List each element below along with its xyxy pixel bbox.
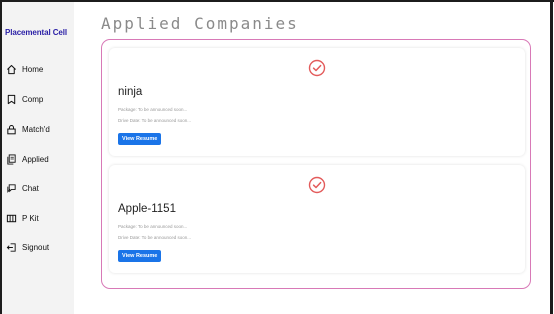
lock-icon xyxy=(6,124,17,135)
company-name: ninja xyxy=(118,86,143,98)
documents-icon xyxy=(6,153,17,165)
kit-icon xyxy=(6,213,17,224)
page-title: Applied Companies xyxy=(101,14,299,33)
sidebar: Placemental Cell Home Comp Match'd Appli… xyxy=(2,2,74,314)
brand-title: Placemental Cell xyxy=(5,28,67,37)
sidebar-item-comp[interactable]: Comp xyxy=(6,91,43,107)
sidebar-item-label: Applied xyxy=(22,154,49,164)
sidebar-item-label: P Kit xyxy=(22,213,39,223)
bookmark-icon xyxy=(6,94,17,105)
window-frame-top xyxy=(0,0,554,2)
company-card: Apple-1151 Package: To be announced soon… xyxy=(109,165,525,273)
sidebar-item-label: Chat xyxy=(22,183,39,193)
drive-date-info: Drive Date: To be announced soon... xyxy=(118,118,191,123)
sidebar-item-pkit[interactable]: P Kit xyxy=(6,210,39,226)
sidebar-item-matchd[interactable]: Match'd xyxy=(6,121,50,137)
company-name: Apple-1151 xyxy=(118,203,176,215)
sidebar-item-applied[interactable]: Applied xyxy=(6,151,49,167)
sidebar-item-chat[interactable]: Chat xyxy=(6,180,39,196)
view-resume-button[interactable]: View Resume xyxy=(118,250,162,262)
package-info: Package: To be announced soon... xyxy=(118,224,188,229)
sidebar-item-label: Signout xyxy=(22,242,50,252)
applied-companies-list: ninja Package: To be announced soon... D… xyxy=(101,39,531,289)
sidebar-item-home[interactable]: Home xyxy=(6,61,43,77)
signout-icon xyxy=(6,242,17,253)
chat-icon xyxy=(6,183,17,194)
company-card: ninja Package: To be announced soon... D… xyxy=(109,48,525,156)
sidebar-item-label: Match'd xyxy=(22,124,50,134)
package-info: Package: To be announced soon... xyxy=(118,107,188,112)
view-resume-button[interactable]: View Resume xyxy=(118,133,162,145)
sidebar-item-label: Comp xyxy=(22,94,44,104)
sidebar-item-signout[interactable]: Signout xyxy=(6,239,49,255)
home-icon xyxy=(6,64,17,75)
sidebar-item-label: Home xyxy=(22,64,44,74)
drive-date-info: Drive Date: To be announced soon... xyxy=(118,235,191,240)
window-frame-right xyxy=(550,0,553,314)
